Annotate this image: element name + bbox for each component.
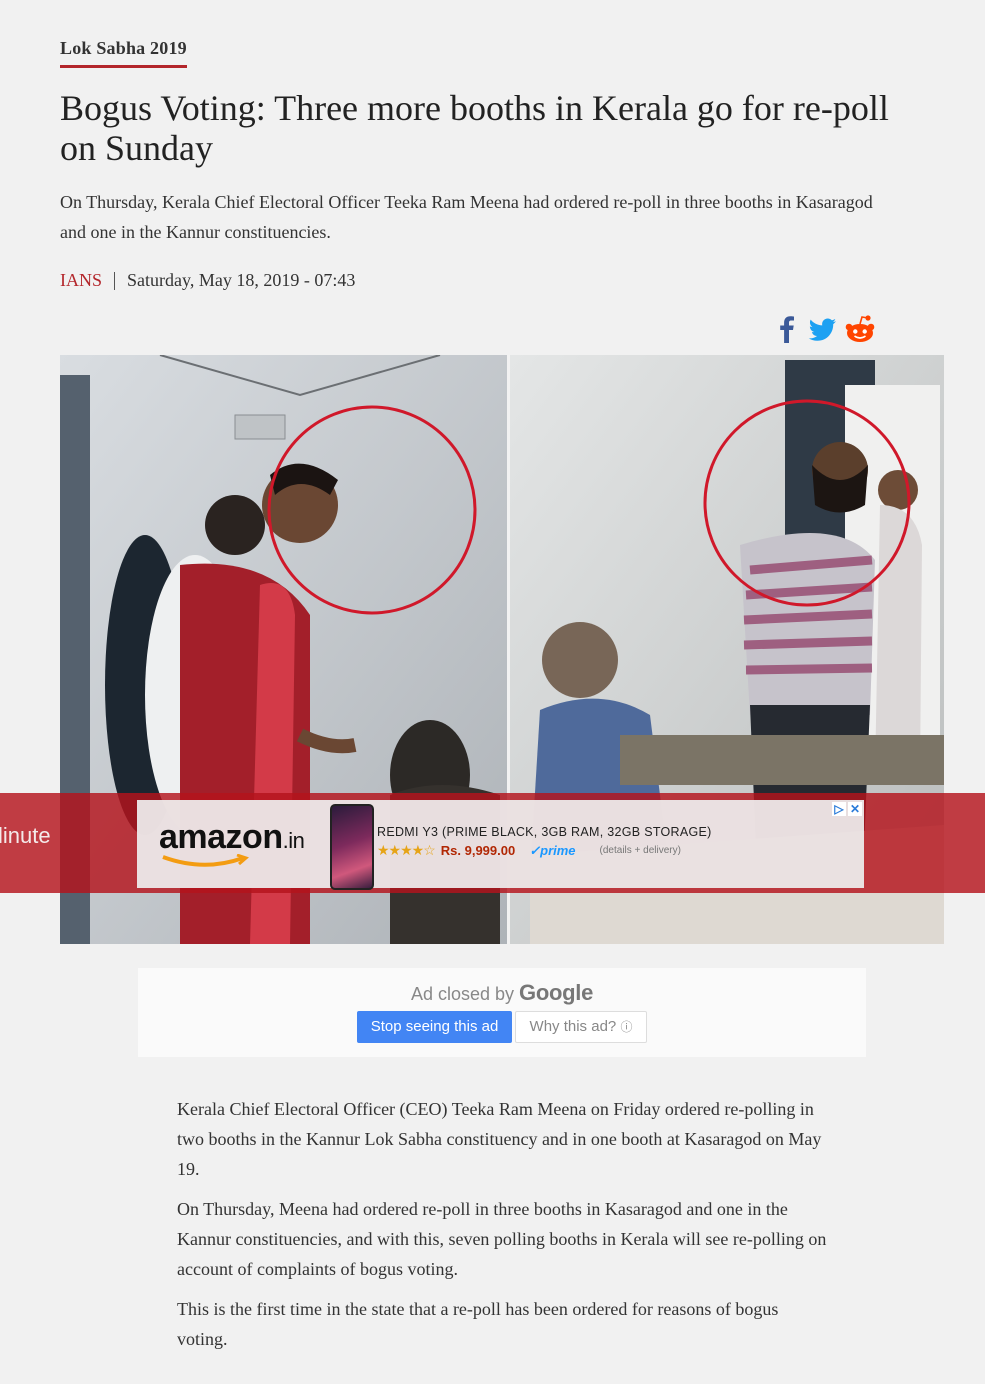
section-tag[interactable]: Lok Sabha 2019 bbox=[60, 38, 187, 68]
amazon-ad[interactable]: amazon.in REDMI Y3 (PRIME BLACK, 3GB RAM… bbox=[137, 800, 864, 890]
byline-divider bbox=[114, 271, 116, 290]
product-phone-image[interactable] bbox=[330, 804, 374, 890]
ad-closed-text: Ad closed by Google bbox=[410, 980, 594, 1005]
reddit-icon[interactable] bbox=[844, 314, 876, 344]
ad-strip[interactable]: linute amazon.in REDMI Y3 (PRIME BLACK, … bbox=[0, 793, 985, 893]
amazon-smile-icon bbox=[162, 854, 249, 867]
share-bar bbox=[774, 314, 876, 344]
body-paragraph: Kerala Chief Electoral Officer (CEO) Tee… bbox=[177, 1099, 822, 1179]
body-paragraph: On Thursday, Meena had ordered re-poll i… bbox=[177, 1199, 827, 1279]
body-paragraph: This is the first time in the state that… bbox=[177, 1299, 779, 1349]
amazon-logo: amazon.in bbox=[159, 818, 305, 856]
stop-seeing-ad-button[interactable]: Stop seeing this ad bbox=[357, 1011, 512, 1043]
publish-datetime: Saturday, May 18, 2019 - 07:43 bbox=[127, 270, 356, 290]
ad-edge-text: linute bbox=[0, 823, 51, 848]
article-standfirst: On Thursday, Kerala Chief Electoral Offi… bbox=[60, 192, 873, 242]
rating-stars: ★★★★☆ bbox=[377, 842, 436, 858]
close-icon[interactable]: ✕ bbox=[848, 802, 862, 816]
author-link[interactable]: IANS bbox=[60, 270, 102, 291]
product-title[interactable]: REDMI Y3 (PRIME BLACK, 3GB RAM, 32GB STO… bbox=[377, 825, 712, 839]
facebook-icon[interactable] bbox=[774, 314, 800, 344]
adchoices-icon[interactable]: ▷ bbox=[832, 802, 846, 816]
info-icon: ⓘ bbox=[620, 1020, 633, 1034]
google-logo: Google bbox=[519, 980, 594, 1005]
byline: IANS Saturday, May 18, 2019 - 07:43 bbox=[60, 270, 355, 291]
product-meta: ★★★★☆ Rs. 9,999.00 ✓prime (details + del… bbox=[377, 842, 681, 859]
why-this-ad-button[interactable]: Why this ad? ⓘ bbox=[515, 1011, 647, 1043]
article-headline: Bogus Voting: Three more booths in Keral… bbox=[60, 88, 889, 168]
product-price: Rs. 9,999.00 bbox=[440, 843, 516, 858]
details-link[interactable]: (details + delivery) bbox=[600, 845, 681, 856]
ad-closed-box: Ad closed by Google Stop seeing this ad … bbox=[138, 968, 866, 1057]
twitter-icon[interactable] bbox=[806, 314, 838, 344]
prime-badge: ✓prime bbox=[529, 842, 576, 858]
ad-choices: ▷ ✕ bbox=[832, 802, 862, 816]
article-body: Kerala Chief Electoral Officer (CEO) Tee… bbox=[177, 1094, 827, 1364]
